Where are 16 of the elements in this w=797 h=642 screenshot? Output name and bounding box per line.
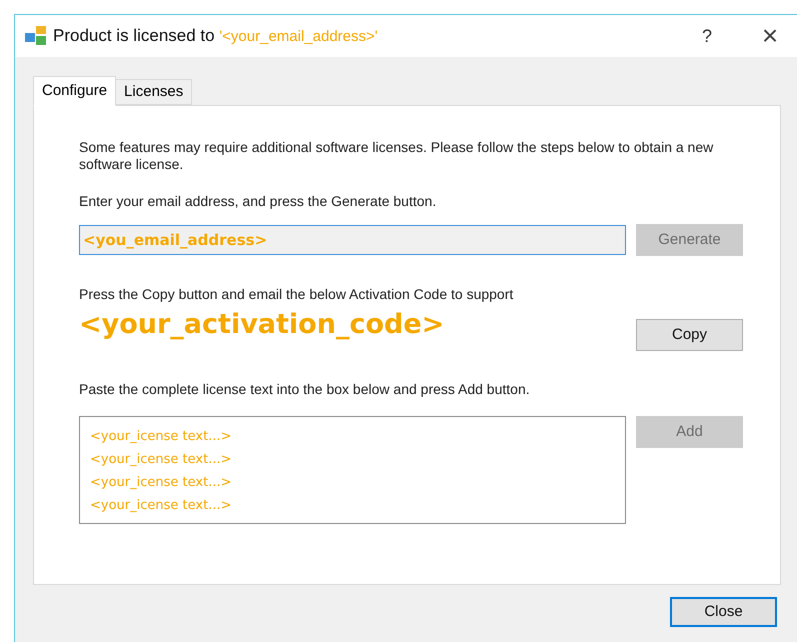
license-instruction: Paste the complete license text into the box below and press Add button.	[79, 380, 531, 399]
tab[interactable]: Licenses	[116, 79, 192, 105]
window-title: Product is licensed to '<your_email_address>'	[53, 25, 378, 48]
intro-text: Some features may require additional software licenses. Please follow the steps below to obtain a new software license.	[79, 139, 714, 173]
copy-instruction: Press the Copy button and email the below Activation Code to support	[79, 285, 514, 304]
tab[interactable]: Configure	[33, 76, 116, 106]
activation-code: <your_activation_code>	[79, 308, 446, 342]
help-button[interactable]: ?	[687, 22, 727, 50]
close-button[interactable]: Close	[670, 597, 777, 627]
app-icon	[25, 25, 49, 47]
license-line: <your_icense text...>	[90, 497, 232, 515]
copy-button[interactable]: Copy	[636, 319, 743, 351]
license-line: <your_icense text...>	[90, 428, 232, 446]
license-line: <your_icense text...>	[90, 451, 232, 469]
email-instruction: Enter your email address, and press the Generate button.	[79, 192, 438, 211]
license-line: <your_icense text...>	[90, 474, 232, 492]
